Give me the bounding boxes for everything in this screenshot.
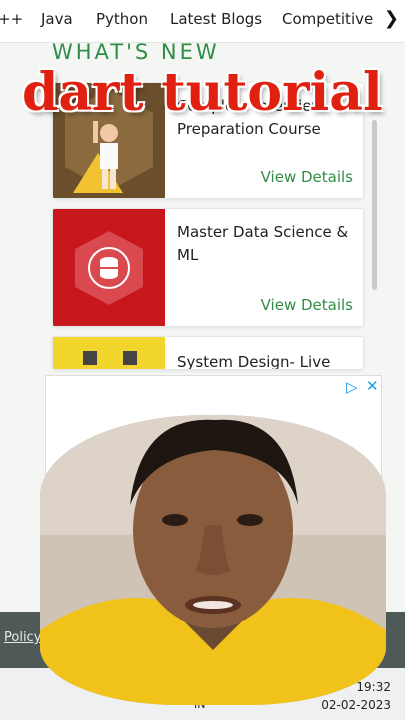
view-details-link[interactable]: View Details (261, 168, 353, 186)
scrollbar[interactable] (372, 120, 377, 290)
course-title: Master Data Science & ML (177, 223, 349, 264)
chevron-right-icon[interactable]: ❯ (384, 8, 399, 29)
clock-date: 02-02-2023 (321, 698, 391, 712)
section-heading: WHAT'S NEW (52, 40, 220, 64)
nav-item-cpp[interactable]: ++ (0, 10, 23, 28)
top-navigation: ++ Java Python Latest Blogs Competitive … (0, 0, 405, 43)
course-card[interactable]: Master Data Science & ML View Details (52, 208, 364, 327)
nav-item-java[interactable]: Java (41, 10, 73, 28)
video-overlay-title: dart tutorial (22, 62, 383, 123)
adchoices-icon[interactable]: ▷ (346, 378, 358, 396)
nav-item-python[interactable]: Python (96, 10, 148, 28)
course-card[interactable]: System Design- Live (52, 336, 364, 370)
close-icon[interactable]: ✕ (366, 377, 379, 395)
presenter-image (40, 415, 386, 705)
nav-item-competitive[interactable]: Competitive (282, 10, 373, 28)
clock-time: 19:32 (356, 680, 391, 694)
webcam-overlay (40, 415, 386, 705)
nav-item-latest-blogs[interactable]: Latest Blogs (170, 10, 262, 28)
course-thumbnail (53, 209, 165, 326)
course-title: System Design- Live (177, 353, 331, 370)
policy-link[interactable]: Policy (4, 630, 41, 645)
view-details-link[interactable]: View Details (261, 296, 353, 314)
course-thumbnail (53, 337, 165, 369)
